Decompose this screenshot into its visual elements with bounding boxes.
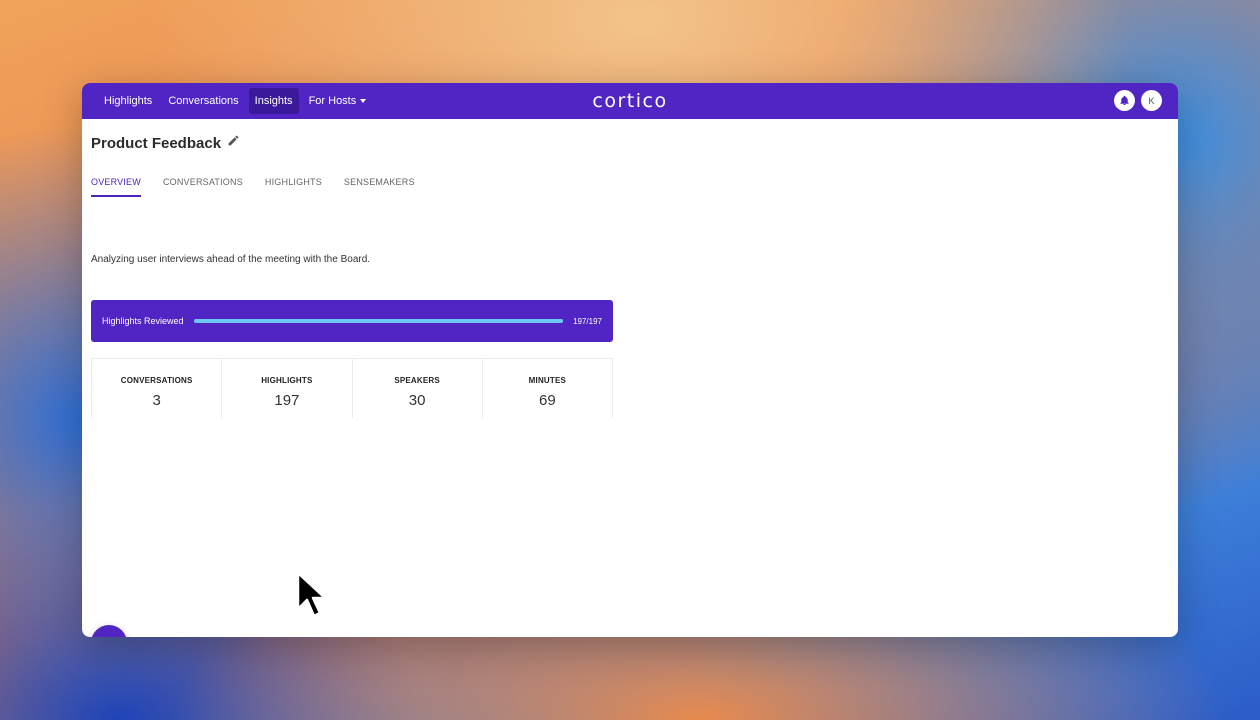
project-description: Analyzing user interviews ahead of the m… xyxy=(91,254,371,265)
cortico-logo[interactable]: cortico xyxy=(592,90,667,112)
nav-for-hosts-label: For Hosts xyxy=(308,95,357,107)
top-navbar: Highlights Conversations Insights For Ho… xyxy=(82,83,1178,119)
top-right-controls: K xyxy=(1114,90,1162,111)
section-tabs: OVERVIEW CONVERSATIONS HIGHLIGHTS SENSEM… xyxy=(91,177,437,197)
stat-value: 3 xyxy=(152,392,161,409)
progress-label: Highlights Reviewed xyxy=(102,316,184,326)
edit-title-button[interactable] xyxy=(227,134,240,152)
nav-for-hosts-dropdown[interactable]: For Hosts xyxy=(303,88,373,114)
avatar-initial: K xyxy=(1148,95,1155,106)
page-title: Product Feedback xyxy=(91,134,222,152)
tab-overview[interactable]: OVERVIEW xyxy=(91,177,141,197)
main-nav: Highlights Conversations Insights For Ho… xyxy=(98,88,372,114)
progress-track xyxy=(193,319,564,323)
bell-icon xyxy=(1120,95,1129,106)
stat-label: CONVERSATIONS xyxy=(120,376,193,385)
pencil-icon xyxy=(228,135,239,146)
plus-icon: + xyxy=(104,633,115,638)
nav-highlights[interactable]: Highlights xyxy=(98,88,158,114)
tab-sensemakers[interactable]: SENSEMAKERS xyxy=(344,177,415,197)
user-avatar-button[interactable]: K xyxy=(1141,90,1162,111)
stat-speakers: SPEAKERS 30 xyxy=(352,358,483,418)
stat-conversations: CONVERSATIONS 3 xyxy=(91,358,223,418)
stat-minutes: MINUTES 69 xyxy=(482,358,613,418)
stat-label: HIGHLIGHTS xyxy=(261,376,313,385)
nav-conversations[interactable]: Conversations xyxy=(162,88,244,114)
stat-label: SPEAKERS xyxy=(394,376,440,385)
nav-insights-label: Insights xyxy=(254,95,293,107)
stat-value: 197 xyxy=(274,392,300,409)
stat-value: 30 xyxy=(408,392,426,409)
caret-down-icon xyxy=(360,99,367,103)
mouse-cursor-icon xyxy=(296,571,327,618)
highlights-reviewed-card: Highlights Reviewed 197/197 xyxy=(91,300,613,342)
add-fab-button[interactable]: + xyxy=(91,625,127,637)
stat-label: MINUTES xyxy=(528,376,567,385)
nav-conversations-label: Conversations xyxy=(168,95,239,107)
nav-highlights-label: Highlights xyxy=(104,95,153,107)
nav-insights[interactable]: Insights xyxy=(248,88,299,114)
notifications-button[interactable] xyxy=(1114,90,1135,111)
tab-highlights[interactable]: HIGHLIGHTS xyxy=(265,177,322,197)
app-window: Highlights Conversations Insights For Ho… xyxy=(82,83,1178,637)
tab-conversations[interactable]: CONVERSATIONS xyxy=(163,177,243,197)
progress-fill xyxy=(193,319,564,323)
main-content: Product Feedback OVERVIEW CONVERSATIONS … xyxy=(82,119,1178,637)
stat-highlights: HIGHLIGHTS 197 xyxy=(222,358,353,418)
progress-value: 197/197 xyxy=(573,316,602,326)
stats-row: CONVERSATIONS 3 HIGHLIGHTS 197 SPEAKERS … xyxy=(91,358,613,418)
title-row: Product Feedback xyxy=(91,134,240,152)
stat-value: 69 xyxy=(539,392,556,409)
